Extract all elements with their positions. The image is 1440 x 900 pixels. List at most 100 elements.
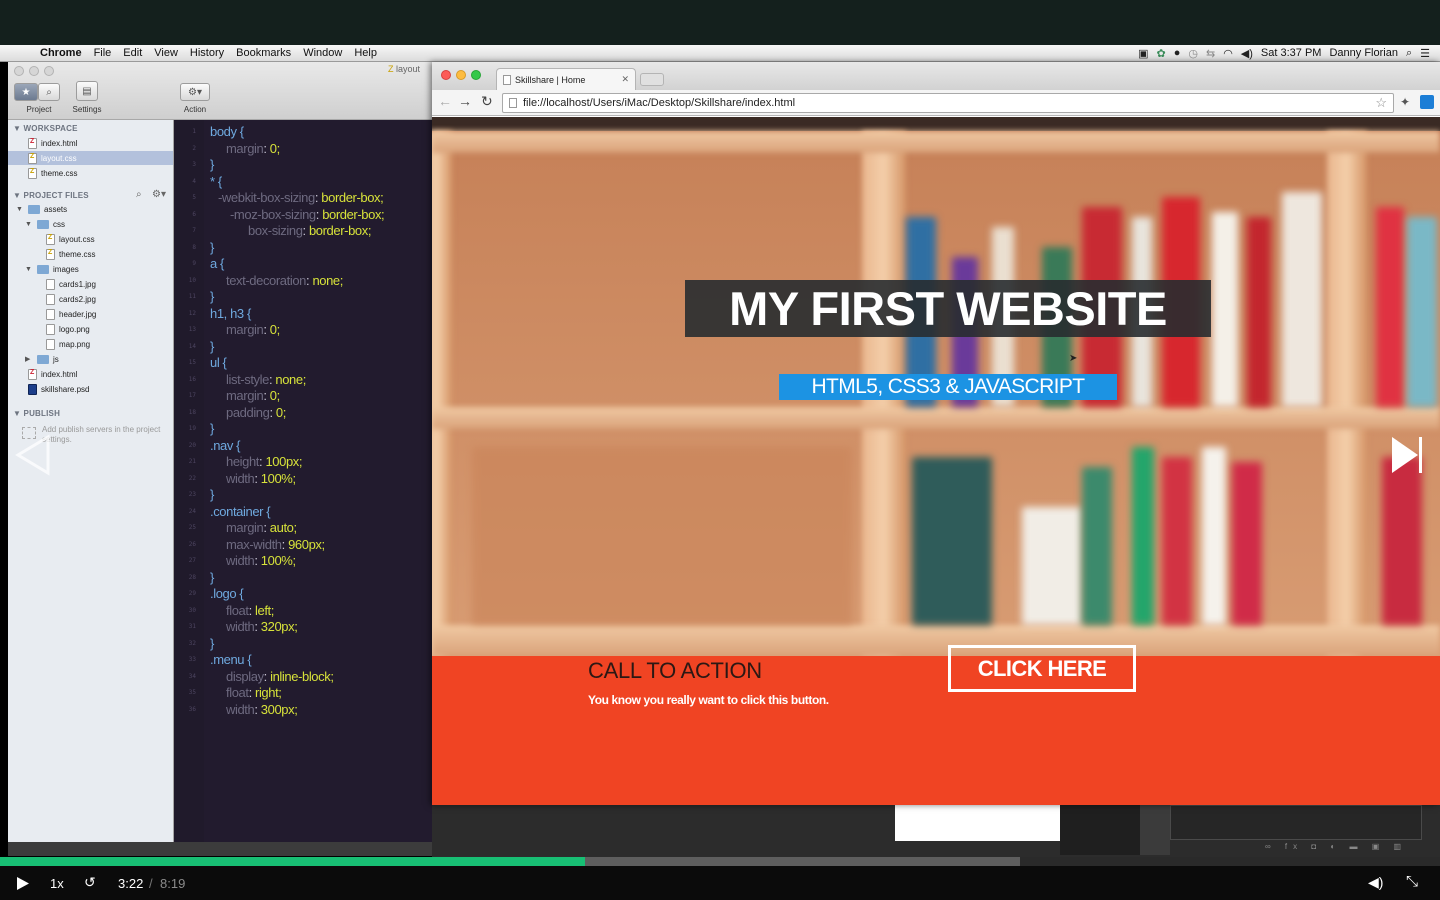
hero-section: MY FIRST WEBSITE HTML5, CSS3 & JAVASCRIP… [432,117,1440,656]
code-line: max-width: 960px; [226,537,325,552]
back-arrow-icon[interactable]: ← [438,93,452,109]
tree-file-label: map.png [59,339,91,349]
project-files-header[interactable]: ▼ PROJECT FILES [13,191,89,200]
menubar-status-area: ▣ ✿ ● ◷ ⇆ ◠ ◀) Sat 3:37 PM Danny Florian… [1138,47,1440,60]
css-file-icon [28,152,37,164]
volume-icon[interactable]: ◀) [1241,47,1253,60]
line-number: 31 [188,623,196,630]
line-number: 13 [188,326,196,333]
publish-hint: Add publish servers in the project setti… [42,425,161,444]
line-number: 14 [188,342,196,350]
wifi-icon[interactable]: ◠ [1223,47,1233,60]
workspace-file-selected[interactable]: layout.css [8,151,173,165]
forward-arrow-icon[interactable]: → [458,93,472,109]
playback-speed-button[interactable]: 1x [50,876,64,891]
tree-file[interactable]: index.html [28,367,77,381]
editor-minimize-button[interactable] [29,66,39,76]
tree-folder-js[interactable]: ▶ js [25,352,59,366]
notification-center-icon[interactable]: ☰ [1420,47,1430,60]
project-search-icon[interactable]: ⌕ [136,189,142,200]
sync-icon[interactable]: ● [1174,47,1181,59]
play-icon[interactable] [16,876,30,891]
click-here-button[interactable]: CLICK HERE [948,645,1136,692]
editor-zoom-button[interactable] [44,66,54,76]
star-icon: ★ [21,86,31,98]
menu-help[interactable]: Help [348,47,383,59]
action-button[interactable]: ⚙▾ [180,83,210,101]
code-editor[interactable]: 1 2 3 4 5 6 7 8 9 10 11 12 13 14 15 16 17 18 19 20 21 22 23 24 2… [174,120,432,852]
menu-edit[interactable]: Edit [117,47,148,59]
rewind-icon[interactable]: ↺ [84,874,96,891]
dropbox-icon[interactable]: ✿ [1156,47,1165,60]
settings-button[interactable]: ▤ [76,81,98,101]
tree-file[interactable]: map.png [46,337,90,351]
settings-icon: ▤ [82,85,92,97]
css-brace: } [210,487,214,502]
code-line: width: 300px; [226,701,298,717]
publish-header[interactable]: ▼ PUBLISH [13,409,60,418]
background-book [1132,447,1154,625]
tree-file[interactable]: header.jpg [46,307,96,321]
menu-file[interactable]: File [88,47,118,59]
workspace-header-label: WORKSPACE [23,124,78,133]
tree-folder-css[interactable]: ▼ css [25,217,65,231]
line-number: 29 [188,590,196,597]
workspace-file[interactable]: theme.css [8,166,173,180]
time-machine-icon[interactable]: ◷ [1188,47,1198,60]
bookmark-star-icon[interactable]: ☆ [1375,95,1387,111]
video-progress-bar[interactable] [0,857,1440,866]
project-gear-icon[interactable]: ⚙▾ [152,189,166,200]
project-search-button[interactable]: ⌕ [38,83,60,101]
extension-icon[interactable]: ✦ [1400,95,1410,109]
chrome-minimize-button[interactable] [456,70,466,80]
tree-file-label: header.jpg [59,309,97,319]
chrome-zoom-button[interactable] [471,70,481,80]
chrome-close-button[interactable] [441,70,451,80]
tree-file[interactable]: cards2.jpg [46,292,96,306]
css-value: 300px; [260,701,298,717]
workspace-file[interactable]: index.html [8,136,173,150]
publish-header-label: PUBLISH [23,409,61,418]
tree-file[interactable]: cards1.jpg [46,277,96,291]
tree-file[interactable]: theme.css [46,247,95,261]
screen-record-icon[interactable]: ▣ [1138,47,1148,60]
css-value: 960px; [288,536,325,552]
menu-bookmarks[interactable]: Bookmarks [230,47,297,59]
menubar-clock[interactable]: Sat 3:37 PM [1261,47,1322,59]
bluetooth-icon[interactable]: ⇆ [1206,47,1215,60]
css-selector: .logo { [210,586,244,601]
volume-icon[interactable]: ◀) [1368,874,1383,891]
tab-close-icon[interactable]: ✕ [621,74,629,85]
editor-close-button[interactable] [14,66,24,76]
css-value: 0; [269,322,280,337]
menu-app-chrome[interactable]: Chrome [34,47,88,59]
extension-icon[interactable] [1420,95,1434,109]
reload-icon[interactable]: ↻ [481,93,493,110]
hero-title: MY FIRST WEBSITE [685,280,1211,337]
tree-folder-assets[interactable]: ▼ assets [16,202,67,216]
menu-window[interactable]: Window [297,47,348,59]
project-star-button[interactable]: ★ [14,83,38,101]
tree-file[interactable]: skillshare.psd [28,382,89,396]
previous-video-icon[interactable] [12,433,52,477]
editor-file-tab[interactable]: Z layout [388,64,420,74]
css-property: list-style [226,371,269,387]
css-property: float [226,602,249,618]
tree-folder-images[interactable]: ▼ images [25,262,79,276]
tree-file[interactable]: layout.css [46,232,95,246]
tree-file[interactable]: logo.png [46,322,90,336]
workspace-header[interactable]: ▼ WORKSPACE [13,124,78,133]
spotlight-search-icon[interactable]: ⌕ [1406,47,1412,60]
new-tab-button[interactable] [640,73,664,86]
next-video-icon[interactable] [1388,433,1428,477]
menu-view[interactable]: View [148,47,184,59]
background-book [1212,212,1238,407]
exit-fullscreen-icon[interactable]: ⤡ [1406,873,1418,890]
address-bar[interactable]: file://localhost/Users/iMac/Desktop/Skil… [502,93,1394,113]
browser-tab[interactable]: Skillshare | Home ✕ [496,68,636,90]
workspace-file-label: index.html [41,138,78,148]
code-line: float: right; [226,685,282,700]
menubar-user[interactable]: Danny Florian [1329,47,1397,59]
menu-history[interactable]: History [184,47,230,59]
css-brace: } [210,569,214,585]
